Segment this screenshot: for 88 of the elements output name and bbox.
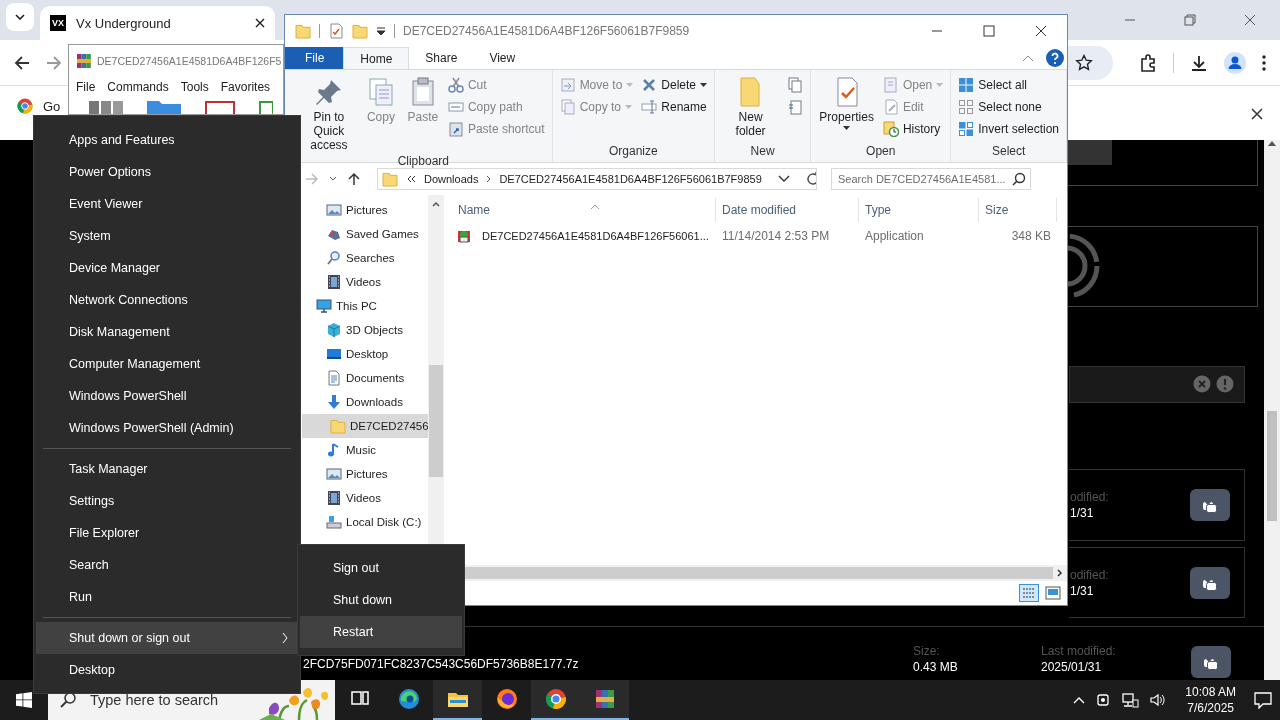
column-header[interactable]: Date modified [716,198,859,222]
menu-item[interactable]: Network Connections [36,284,298,316]
file-name: 2FCD75FD071FC8237C543C56DF5736B8E177.7z [303,657,580,672]
modified-date: 1/31 [1070,506,1095,521]
menu-item[interactable]: File Explorer [36,517,298,549]
ribbon-button[interactable]: Rename [638,97,710,117]
browser-tab[interactable]: VX Vx Underground [40,6,275,40]
nav-item[interactable]: Videos [302,486,428,510]
modified-label: Last modified: [1041,644,1117,659]
modified-date: 1/31 [1070,583,1095,598]
column-header[interactable]: Name [444,198,716,222]
type-cell-text: Application [864,229,925,243]
nav-item[interactable]: Music [302,438,428,462]
clock[interactable]: 10:08 AM 7/6/2025 [1177,685,1244,715]
file-name: DE7CED27456A1E4581D6A4BF126F56061... [481,230,709,242]
ribbon-tab[interactable]: File [285,47,344,69]
menu-item[interactable]: Shut down [300,584,462,616]
nav-item[interactable]: This PC [302,294,428,318]
ribbon-button[interactable]: Select all [955,75,1062,95]
file-size: 0.43 MB [913,660,959,675]
ribbon-tab[interactable]: Home [343,47,410,69]
time: 10:08 AM [1185,685,1236,699]
nav-item[interactable]: Videos [302,270,428,294]
ribbon-tab[interactable]: View [473,47,532,69]
column-header[interactable]: Type [859,198,979,222]
menu-item[interactable]: Computer Management [36,348,298,380]
size-cell-text: 348 KB [1010,229,1052,243]
file-row[interactable]: DE7CED27456A1E4581D6A4BF126F56061... 11/14/2014 2:53 PM Application 348 KB [444,225,1067,247]
menu-item[interactable]: Run [36,581,298,613]
window-title: DE7CED27456A1E4581D6A4BF126F5 [97,54,282,67]
menu-item[interactable]: Sign out [300,552,462,584]
menu-item[interactable]: Task Manager [36,453,298,485]
menu-label: Desktop [69,663,115,677]
nav-item[interactable]: Pictures [302,198,428,222]
nav-item[interactable]: Saved Games [302,222,428,246]
bookmark[interactable]: Go [17,98,61,114]
breadcrumb[interactable]: Downloads [424,173,479,185]
menu-item[interactable]: Shut down or sign out [36,622,298,654]
ribbon-button[interactable]: History [879,119,947,139]
menu-item[interactable]: Apps and Features [36,124,298,156]
menu-item[interactable]: Disk Management [36,316,298,348]
ribbon-button[interactable]: New folder [719,74,783,144]
nav-item[interactable]: Pictures [302,462,428,486]
group-label: Organize [608,144,658,160]
nav-item[interactable]: Local Disk (C:) [302,510,428,534]
menu-item[interactable]: Device Manager [36,252,298,284]
menu-item[interactable]: Tools [180,80,209,94]
menu-item[interactable]: Settings [36,485,298,517]
menu-item[interactable]: Power Options [36,156,298,188]
menu-item[interactable]: Search [36,549,298,581]
column-header[interactable]: Size [979,198,1057,222]
ribbon-button[interactable]: Properties [815,74,878,144]
nav-item[interactable]: Searches [302,246,428,270]
size-label: Size: [913,644,941,659]
nav-item[interactable]: 3D Objects [302,318,428,342]
modified-date: 2025/01/31 [1041,660,1103,675]
nav-item[interactable]: Documents [302,366,428,390]
menu-item[interactable]: System [36,220,298,252]
date-cell-text: 11/14/2014 2:53 PM [721,229,831,243]
menu-item[interactable]: Windows PowerShell [36,380,298,412]
ribbon-button[interactable]: Delete [638,75,710,95]
ribbon-button[interactable]: Invert selection [955,119,1062,139]
group-label: Select [991,144,1026,160]
menu-item[interactable]: Windows PowerShell (Admin) [36,412,298,444]
breadcrumb[interactable]: DE7CED27456A1E4581D6A4BF126F56061B7F9859 [499,173,762,185]
menu-item[interactable]: Favorites [220,80,271,94]
menu-item[interactable]: File [76,80,96,94]
group-label: New [750,144,775,160]
date: 7/6/2025 [1187,701,1234,715]
ribbon-tab[interactable]: Share [409,47,474,69]
group-label: Open [866,144,896,160]
group-label: Clipboard [397,154,449,168]
modified-label: odified: [1070,567,1109,582]
menu-item[interactable]: Commands [107,80,169,94]
modified-label: odified: [1070,490,1109,505]
menu-item[interactable]: Restart [300,616,462,648]
nav-item[interactable]: DE7CED27456 [302,414,428,438]
window-title: DE7CED27456A1E4581D6A4BF126F56061B7F9859 [403,24,691,38]
site-logo: VX [50,15,66,31]
menu-item[interactable]: Event Viewer [36,188,298,220]
ribbon-button[interactable]: Select none [955,97,1062,117]
search-field[interactable]: Search DE7CED27456A1E4581... [831,168,1031,190]
nav-item[interactable]: Downloads [302,390,428,414]
menu-label: Shut down or sign out [69,631,190,645]
bookmark-label[interactable]: Go [43,98,61,114]
nav-item[interactable]: Desktop [302,342,428,366]
ribbon-button[interactable]: Pin to Quick access [299,74,359,154]
address-bar[interactable]: Downloads DE7CED27456A1E4581D6A4BF126F56061B7F9859 [377,168,817,190]
